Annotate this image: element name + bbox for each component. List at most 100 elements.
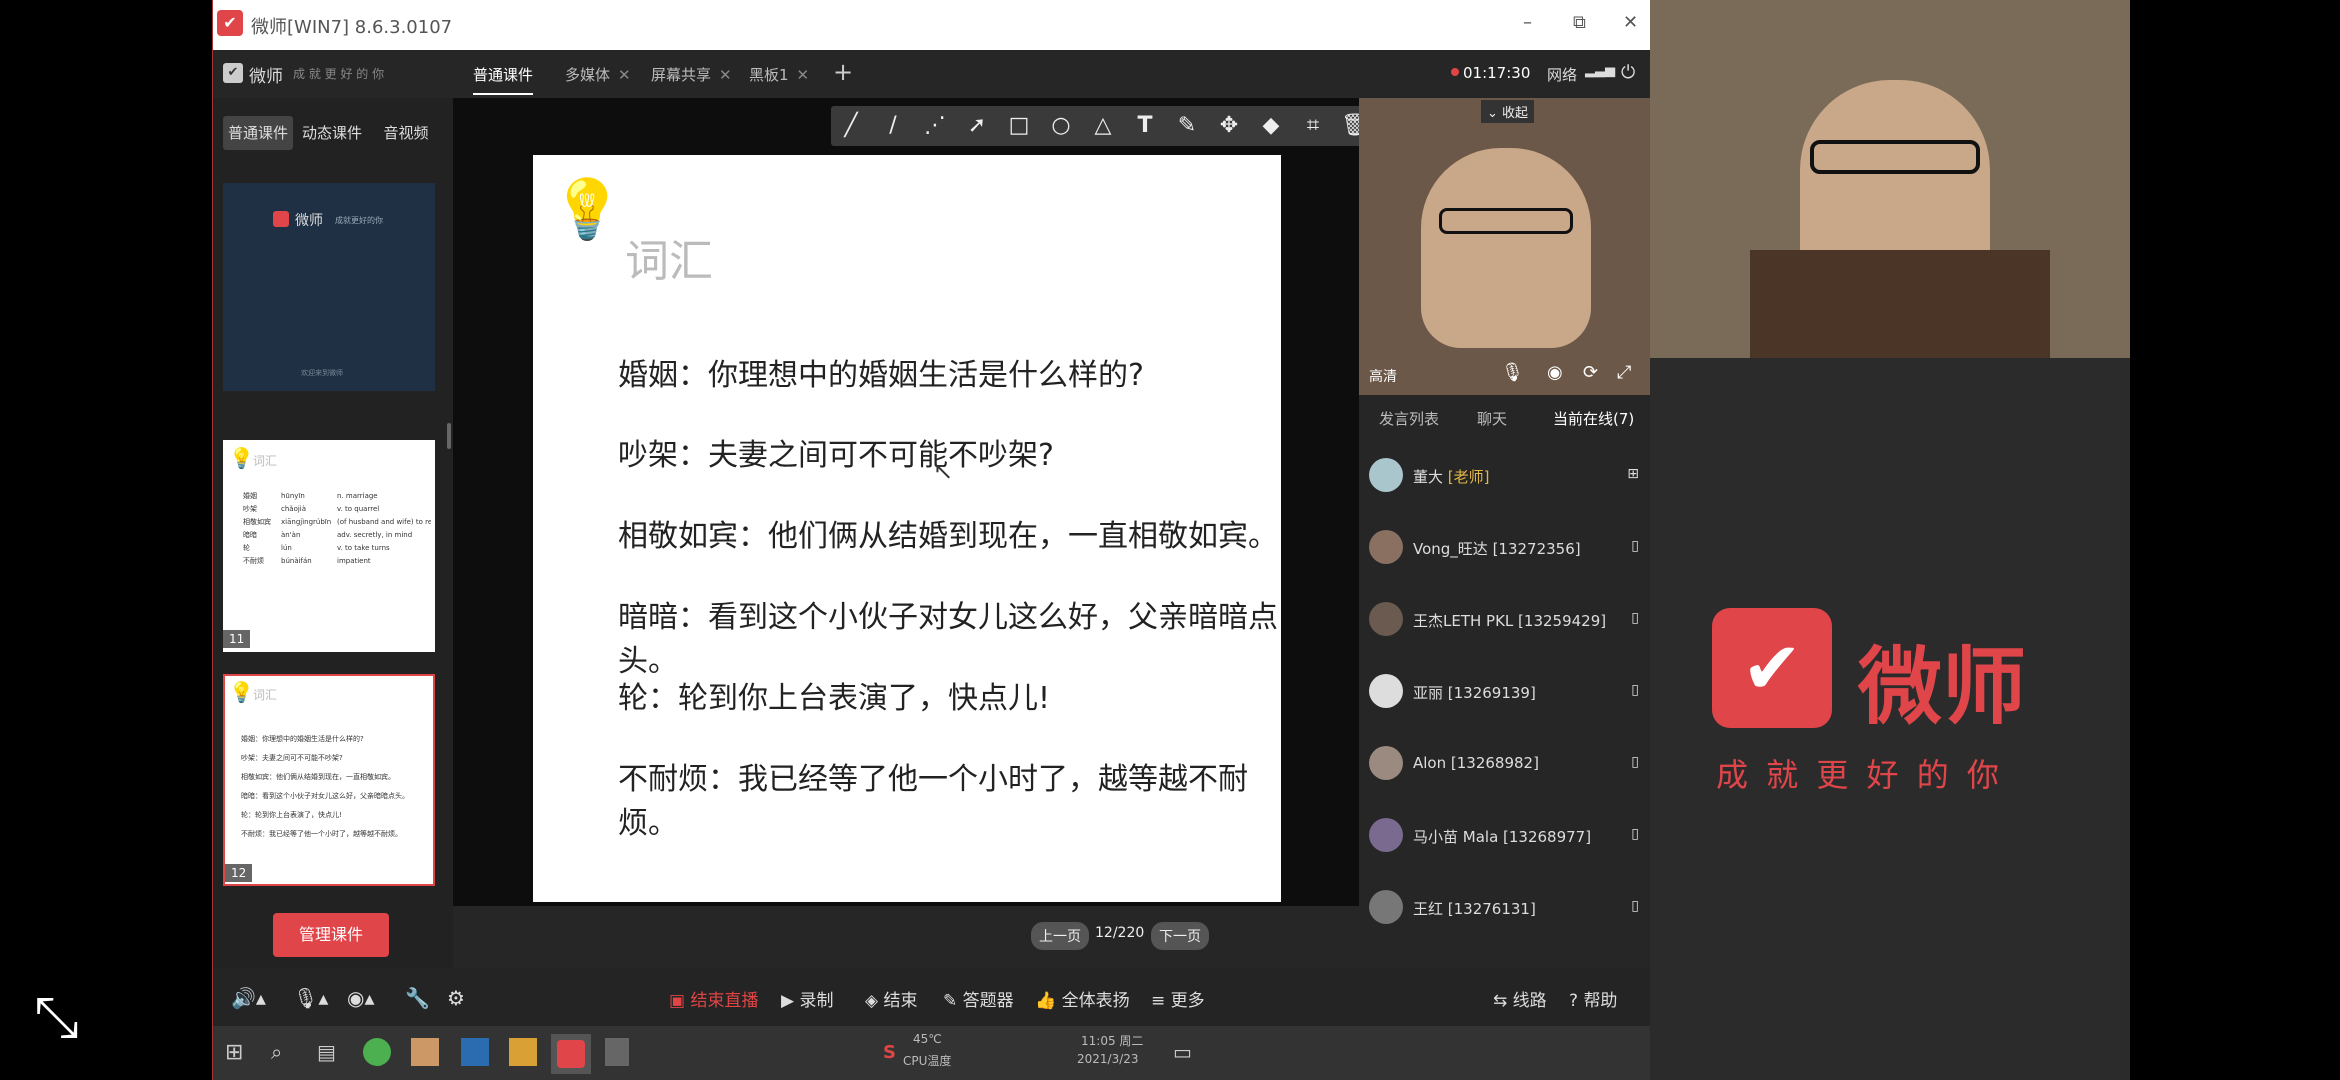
vocab-word: 吵架: [243, 505, 257, 513]
calculator-icon[interactable]: [605, 1038, 629, 1066]
help-button[interactable]: ? 帮助: [1569, 986, 1617, 1011]
more-button[interactable]: ≡ 更多: [1151, 986, 1205, 1011]
power-button[interactable]: ⏻: [1621, 62, 1635, 83]
teacher-tag: [老师]: [1447, 468, 1490, 486]
participant-name: Vong_旺达 [13272356]: [1413, 540, 1581, 558]
praise-button[interactable]: 👍 全体表扬: [1035, 986, 1130, 1011]
weishi-taskbar-icon[interactable]: [551, 1034, 591, 1074]
manage-courseware-button[interactable]: 管理课件: [273, 913, 389, 957]
phone-icon: ▯: [1631, 826, 1639, 842]
scrollbar[interactable]: [447, 423, 451, 449]
participant-row[interactable]: Alon [13268982] ▯: [1369, 740, 1649, 790]
recording-time: 01:17:30: [1463, 64, 1531, 82]
thumb-logo: 微师: [295, 213, 323, 229]
participant-row[interactable]: 王杰LETH PKL [13259429] ▯: [1369, 596, 1649, 646]
text-icon[interactable]: T: [1131, 112, 1159, 140]
move-icon[interactable]: ✥: [1215, 112, 1243, 140]
page-counter: 12/220: [1095, 925, 1145, 941]
triangle-icon[interactable]: △: [1089, 112, 1117, 140]
participant-row[interactable]: 董大 [老师] ⊞: [1369, 452, 1649, 502]
add-tab-button[interactable]: +: [833, 58, 853, 86]
line-icon[interactable]: /: [879, 112, 907, 140]
switch-camera-icon[interactable]: ⟳: [1583, 362, 1598, 383]
browser-icon[interactable]: [363, 1038, 391, 1066]
glasses: [1810, 140, 1980, 174]
prev-page-button[interactable]: 上一页: [1031, 922, 1089, 950]
slide-thumbnail-11[interactable]: 💡 词汇 婚姻 hūnyīn n. marriage 吵架 chǎojià v. to …: [223, 440, 435, 652]
pen-icon[interactable]: ╱: [837, 112, 865, 140]
close-icon[interactable]: ✕: [797, 66, 810, 84]
tab-label: 屏幕共享: [651, 66, 712, 84]
close-icon[interactable]: ✕: [618, 66, 631, 84]
tab-normal[interactable]: 普通课件: [223, 116, 293, 150]
slide-line: 轮：轮到你上台表演了，快点儿!: [618, 681, 1051, 716]
s-tray-icon[interactable]: S: [883, 1042, 896, 1063]
participant-name: 马小苗 Mala [13268977]: [1413, 828, 1592, 846]
highlighter-icon[interactable]: ✎: [1173, 112, 1201, 140]
vocab-word: 婚姻: [243, 492, 257, 500]
minimize-button[interactable]: –: [1523, 12, 1532, 33]
next-page-button[interactable]: 下一页: [1151, 922, 1209, 950]
tab-blackboard[interactable]: 黑板1 ✕: [749, 64, 809, 85]
record-button[interactable]: ▶ 录制: [781, 986, 833, 1011]
eraser-icon[interactable]: ◆: [1257, 112, 1285, 140]
thumb-line: 轮：轮到你上台表演了，快点儿!: [241, 811, 342, 819]
current-slide[interactable]: 💡 词汇 婚姻：你理想中的婚姻生活是什么样的? 吵架：夫妻之间可不可能不吵架? …: [533, 155, 1281, 902]
microphone-icon[interactable]: 🎙: [1501, 362, 1524, 383]
slide-line: 暗暗：看到这个小伙子对女儿这么好，父亲暗暗点头。: [618, 600, 1278, 679]
answer-button[interactable]: ✎ 答题器: [943, 986, 1014, 1011]
camera-icon[interactable]: ◉: [1547, 362, 1563, 383]
tab-multimedia[interactable]: 多媒体 ✕: [565, 64, 631, 85]
close-icon[interactable]: ✕: [719, 66, 732, 84]
tab-chat[interactable]: 聊天: [1477, 408, 1507, 429]
camera-icon[interactable]: ◉▴: [347, 986, 375, 1010]
word-icon[interactable]: [461, 1038, 489, 1066]
app-window: ✔ 微师[WIN7] 8.6.3.0107 – ⧉ ✕ ✔ 微师 成 就 更 好…: [212, 0, 1651, 1080]
slide-thumbnail-1[interactable]: 微师 成就更好的你 欢迎来到微师: [223, 183, 435, 391]
end-button[interactable]: ◈ 结束: [865, 986, 917, 1011]
slide-thumbnail-12[interactable]: 💡 词汇 婚姻：你理想中的婚姻生活是什么样的? 吵架：夫妻之间可不可能不吵架? …: [223, 674, 435, 886]
notification-icon[interactable]: ▭: [1173, 1040, 1192, 1064]
tab-av[interactable]: 音视频: [371, 116, 441, 150]
gear-icon[interactable]: ⚙: [447, 986, 465, 1010]
tab-normal-courseware[interactable]: 普通课件: [473, 64, 534, 95]
folder-icon[interactable]: [509, 1038, 537, 1066]
vocab-meaning: adv. secretly, in mind: [337, 531, 413, 539]
thumb-line: 婚姻：你理想中的婚姻生活是什么样的?: [241, 735, 364, 743]
arrow-icon[interactable]: ➚: [963, 112, 991, 140]
vocab-meaning: impatient: [337, 557, 371, 565]
brand-slogan: 成 就 更 好 的 你: [293, 67, 385, 81]
crop-icon[interactable]: ⌗: [1299, 112, 1327, 140]
close-button[interactable]: ✕: [1623, 12, 1638, 33]
thumb-line: 相敬如宾：他们俩从结婚到现在，一直相敬如宾。: [241, 773, 395, 781]
exit-fullscreen-icon[interactable]: ⤡: [34, 985, 79, 1051]
participant-row[interactable]: Vong_旺达 [13272356] ▯: [1369, 524, 1649, 574]
search-icon[interactable]: ⌕: [271, 1040, 282, 1064]
phone-icon: ▯: [1631, 754, 1639, 770]
route-button[interactable]: ⇆ 线路: [1493, 986, 1547, 1011]
tab-screen-share[interactable]: 屏幕共享 ✕: [651, 64, 732, 85]
thumb-line: 暗暗：看到这个小伙子对女儿这么好，父亲暗暗点头。: [241, 792, 409, 800]
camera-quality: 高清: [1369, 369, 1397, 385]
participant-row[interactable]: 王红 [13276131] ▯: [1369, 884, 1649, 934]
speaker-icon[interactable]: 🔊▴: [231, 986, 266, 1010]
end-live-button[interactable]: ▣ 结束直播: [669, 986, 758, 1011]
tab-speakers[interactable]: 发言列表: [1379, 408, 1439, 429]
participant-row[interactable]: 亚丽 [13269139] ▯: [1369, 668, 1649, 718]
top-bar: ✔ 微师 成 就 更 好 的 你 普通课件 多媒体 ✕ 屏幕共享 ✕ 黑板1 ✕ + …: [213, 50, 1651, 98]
start-icon[interactable]: ⊞: [225, 1040, 243, 1065]
collapse-button[interactable]: ⌄ 收起: [1481, 100, 1535, 123]
slide-title: 词汇: [625, 236, 713, 287]
microphone-icon[interactable]: 🎙▴: [293, 986, 328, 1010]
task-view-icon[interactable]: ▤: [317, 1040, 336, 1064]
maximize-button[interactable]: ⧉: [1573, 12, 1586, 33]
ellipse-icon[interactable]: ○: [1047, 112, 1075, 140]
tab-online[interactable]: 当前在线(7): [1553, 408, 1634, 429]
dashed-line-icon[interactable]: ⋰: [921, 112, 949, 140]
app-icon[interactable]: [411, 1038, 439, 1066]
participant-row[interactable]: 马小苗 Mala [13268977] ▯: [1369, 812, 1649, 862]
tab-dynamic[interactable]: 动态课件: [297, 116, 367, 150]
rectangle-icon[interactable]: □: [1005, 112, 1033, 140]
fullscreen-icon[interactable]: ⤢: [1617, 362, 1631, 383]
wrench-icon[interactable]: 🔧: [405, 986, 430, 1010]
